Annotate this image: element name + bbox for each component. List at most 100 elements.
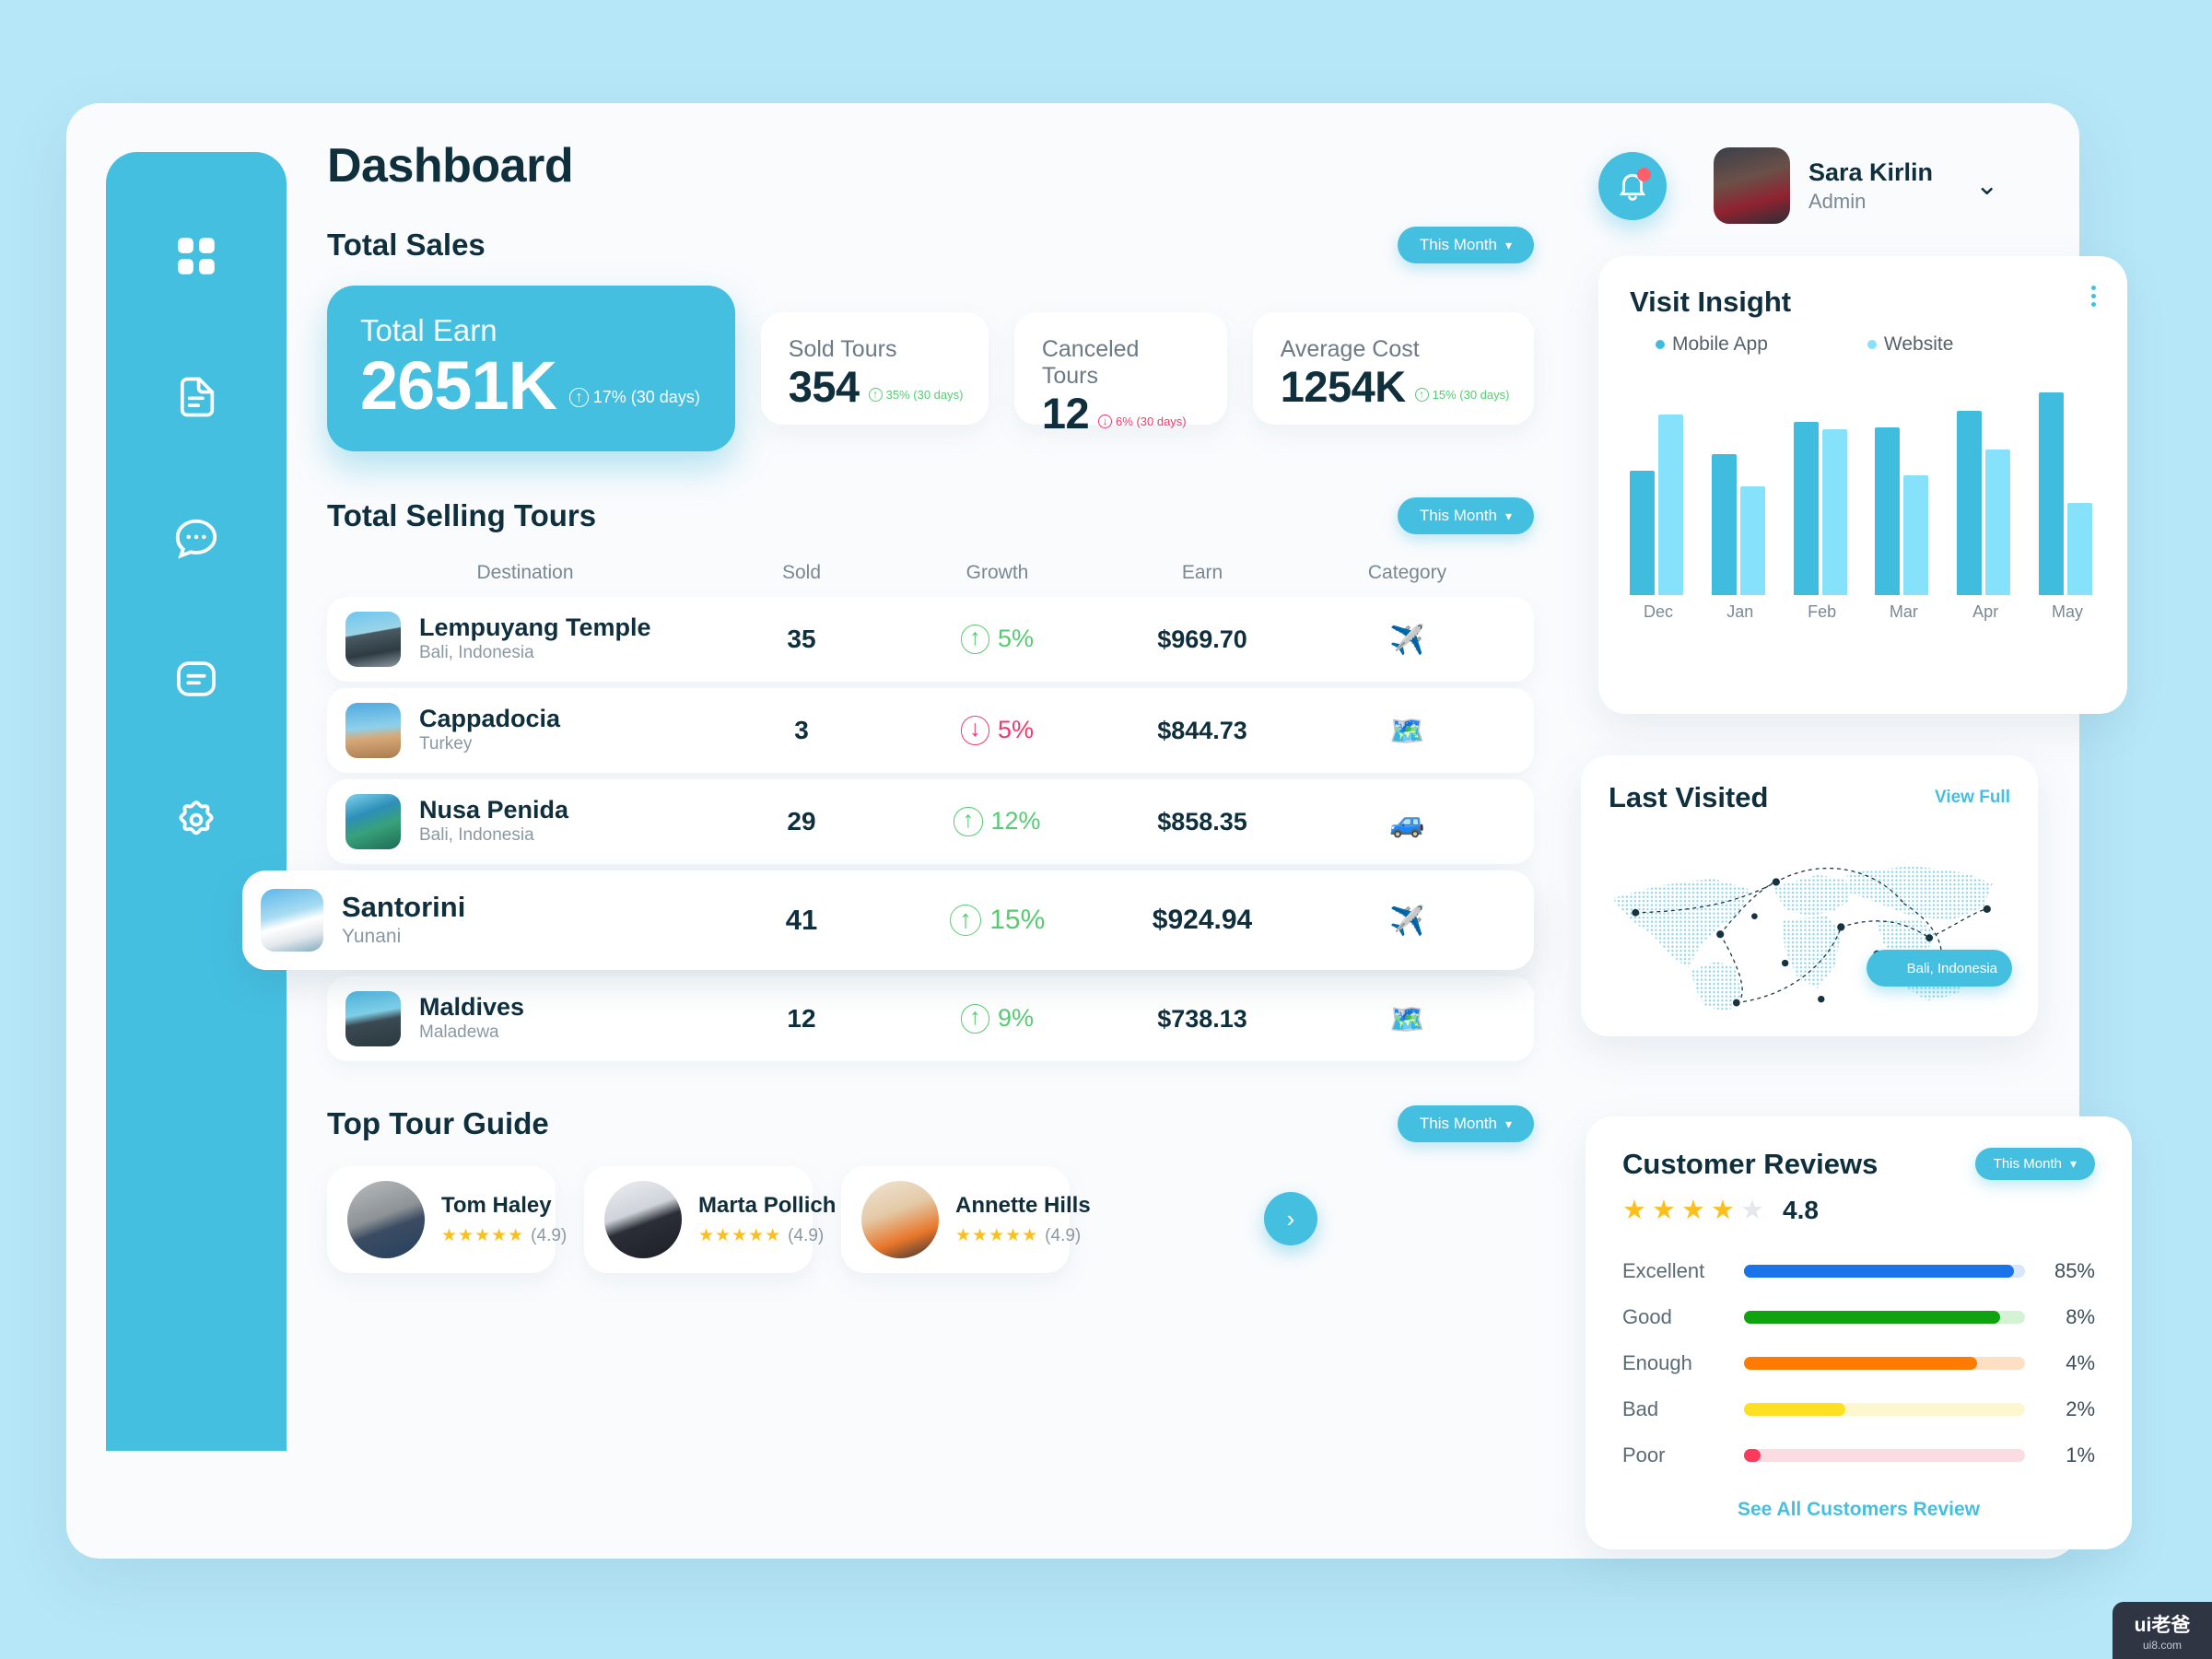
review-label: Excellent	[1622, 1259, 1705, 1282]
column-header-category: Category	[1367, 562, 1447, 583]
guide-name: Annette Hills	[955, 1193, 1091, 1218]
sidebar-item-settings[interactable]	[168, 791, 225, 848]
chart-x-axis: Dec Jan Feb Mar Apr May	[1630, 602, 2096, 622]
review-row: Excellent 85%	[1622, 1259, 2095, 1283]
cell-category-flight-icon: ✈️	[1389, 623, 1425, 656]
tour-guide-filter[interactable]: This Month ▾	[1397, 1105, 1534, 1142]
column-header-destination: Destination	[476, 562, 574, 583]
cell-sold: 29	[787, 807, 816, 835]
kebab-menu-icon[interactable]	[2091, 286, 2096, 307]
stat-delta: ↓ 6% (30 days)	[1098, 415, 1187, 438]
guide-card[interactable]: Marta Pollich ★★★★★ (4.9)	[584, 1166, 836, 1273]
review-progress-fill	[1744, 1357, 1978, 1370]
star-icon: ★	[1652, 1196, 1676, 1225]
legend-item: Mobile App	[1656, 333, 1768, 356]
bar-mobile-app	[1957, 411, 1983, 595]
legend-dot	[1656, 340, 1665, 349]
tour-guide-list: Tom Haley ★★★★★ (4.9) Marta Pollich ★★★★★ (4.…	[327, 1166, 1534, 1273]
review-label: Poor	[1622, 1443, 1666, 1466]
bar-mobile-app	[2038, 392, 2064, 595]
column-header-growth: Growth	[966, 562, 1029, 583]
table-header: Destination Sold Growth Earn Category	[327, 562, 1534, 584]
destination-name: Nusa Penida	[419, 796, 569, 824]
review-row: Enough 4%	[1622, 1351, 2095, 1375]
bar-group	[1711, 454, 1769, 595]
star-icon: ★	[1711, 1196, 1735, 1225]
stat-card-canceled-tours: Canceled Tours 12 ↓ 6% (30 days)	[1013, 312, 1227, 437]
main-content: Dashboard Total Sales This Month ▾ Total…	[242, 138, 1534, 1273]
guide-score: (4.9)	[1045, 1225, 1082, 1245]
chevron-down-icon: ▾	[1504, 237, 1512, 252]
bar-mobile-app	[1630, 471, 1655, 595]
review-percent: 85%	[2054, 1259, 2095, 1282]
sidebar-item-dashboard[interactable]	[168, 228, 225, 285]
cell-earn: $858.35	[1157, 807, 1247, 835]
total-sales-filter[interactable]: This Month ▾	[1397, 227, 1534, 263]
user-role: Admin	[1808, 189, 1867, 213]
legend-item: Website	[1867, 333, 1953, 356]
table-row[interactable]: Cappadocia Turkey 3 ↓ 5% $844.73 🗺️	[327, 688, 1534, 773]
arrow-up-icon: ↑	[960, 625, 989, 654]
stat-value: 12	[1041, 389, 1090, 438]
cell-earn: $969.70	[1157, 625, 1247, 653]
arrow-up-icon: ↑	[954, 807, 983, 836]
last-visited-card: Last Visited View Full Bali, Indonesia	[1581, 755, 2038, 1036]
sidebar-item-messages[interactable]	[168, 509, 225, 567]
user-profile-menu[interactable]: Sara Kirlin Admin ⌄	[1714, 147, 1998, 224]
next-guide-button[interactable]: ›	[1264, 1192, 1317, 1245]
review-percent: 1%	[2066, 1443, 2095, 1466]
arrow-down-icon: ↓	[1098, 414, 1113, 428]
stat-label: Sold Tours	[788, 336, 897, 362]
guide-card[interactable]: Annette Hills ★★★★★ (4.9)	[841, 1166, 1091, 1273]
guide-stars: ★★★★★	[441, 1226, 525, 1245]
review-progress-track	[1744, 1357, 2025, 1370]
watermark: ui老爸 ui8.com	[2113, 1602, 2212, 1659]
chevron-down-icon[interactable]: ⌄	[1975, 169, 1998, 202]
table-row[interactable]: Lempuyang Temple Bali, Indonesia 35 ↑ 5% $969…	[327, 597, 1534, 682]
arrow-up-icon: ↑	[569, 387, 589, 407]
visit-insight-chart: Dec Jan Feb Mar Apr May	[1630, 381, 2096, 632]
see-all-reviews-link[interactable]: See All Customers Review	[1622, 1499, 2095, 1521]
selling-tours-header: Total Selling Tours This Month ▾	[327, 497, 1534, 534]
tour-guide-title: Top Tour Guide	[327, 1106, 549, 1140]
stat-card-sold-tours: Sold Tours 354 ↑ 35% (30 days)	[760, 312, 989, 425]
review-percent: 2%	[2066, 1397, 2095, 1420]
x-tick-label: Mar	[1889, 602, 1918, 621]
table-row[interactable]: Maldives Maladewa 12 ↑ 9% $738.13 🗺️	[327, 976, 1534, 1061]
x-tick-label: Dec	[1643, 602, 1673, 621]
stat-value: 1254K	[1280, 362, 1407, 411]
map-location-pin[interactable]: Bali, Indonesia	[1866, 950, 2012, 987]
review-progress-track	[1744, 1311, 2025, 1324]
table-row[interactable]: Nusa Penida Bali, Indonesia 29 ↑ 12% $858.35 🚙	[327, 779, 1534, 864]
guide-stars: ★★★★★	[955, 1226, 1039, 1245]
view-full-link[interactable]: View Full	[1935, 788, 2010, 808]
visit-insight-card: Visit Insight Mobile App Website Dec Jan Fe…	[1598, 256, 2127, 714]
bar-group	[1957, 411, 2014, 595]
x-tick-label: Jan	[1726, 602, 1754, 621]
total-earn-value: 2651K	[360, 347, 557, 424]
review-label: Enough	[1622, 1351, 1692, 1374]
review-progress-track	[1744, 1403, 2025, 1416]
reviews-filter[interactable]: This Month ▾	[1974, 1148, 2095, 1180]
total-earn-label: Total Earn	[360, 313, 497, 347]
notifications-button[interactable]	[1598, 152, 1667, 220]
destination-location: Bali, Indonesia	[419, 643, 534, 663]
review-breakdown: Excellent 85% Good 8% Enough 4% Bad 2% Poor 1%	[1622, 1259, 2095, 1467]
sidebar-item-documents[interactable]	[168, 368, 225, 426]
bar-mobile-app	[1875, 427, 1901, 595]
cell-growth: ↑ 15%	[898, 904, 1096, 937]
filter-label: This Month	[1419, 507, 1497, 524]
bar-mobile-app	[1793, 422, 1819, 595]
review-progress-fill	[1744, 1311, 2000, 1324]
sidebar-item-reports[interactable]	[168, 650, 225, 707]
cell-sold: 3	[794, 716, 809, 744]
guide-card[interactable]: Tom Haley ★★★★★ (4.9)	[327, 1166, 567, 1273]
review-percent: 8%	[2066, 1305, 2095, 1328]
selling-tours-filter[interactable]: This Month ▾	[1397, 497, 1534, 534]
bar-website	[1739, 486, 1765, 595]
destination-location: Bali, Indonesia	[419, 825, 534, 846]
reviews-title: Customer Reviews	[1622, 1148, 1878, 1180]
table-row-active[interactable]: Santorini Yunani 41 ↑ 15% $924.94 ✈️	[242, 870, 1534, 970]
tour-table: Lempuyang Temple Bali, Indonesia 35 ↑ 5% $969…	[242, 597, 1534, 1061]
column-header-sold: Sold	[781, 562, 822, 583]
